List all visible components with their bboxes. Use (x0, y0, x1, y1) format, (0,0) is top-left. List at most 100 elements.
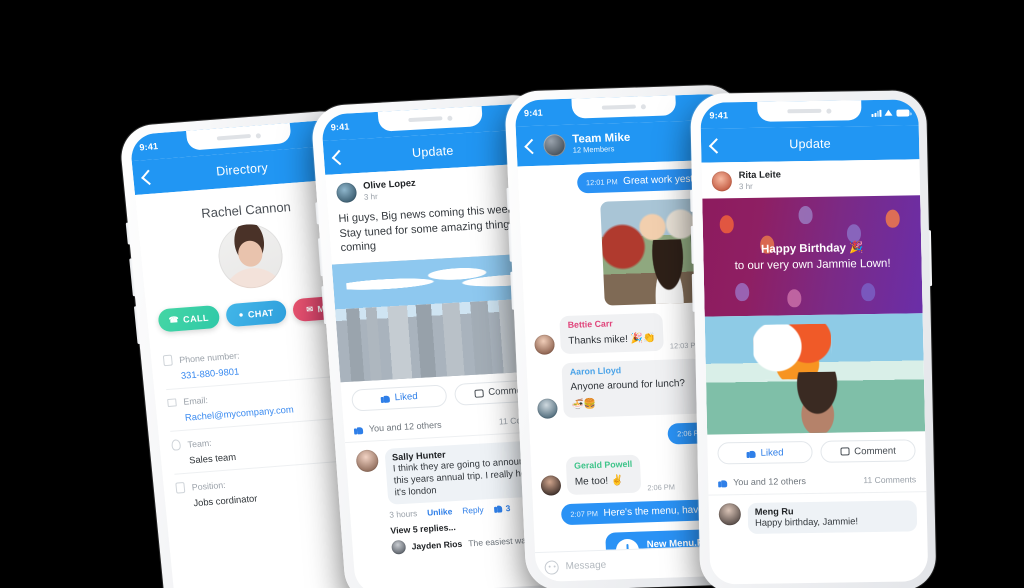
sender-avatar[interactable] (534, 333, 555, 355)
phone-volume-down-button (691, 273, 696, 312)
back-button[interactable] (331, 149, 348, 165)
earpiece-speaker (601, 104, 636, 110)
chat-subtitle: 12 Members (572, 144, 615, 156)
phone-icon: ☎ (168, 314, 180, 325)
battery-icon (896, 109, 910, 117)
chat-button[interactable]: ● CHAT (224, 299, 288, 328)
sender-avatar[interactable] (537, 398, 558, 420)
incoming-bubble: Bettie Carr Thanks mike! 🎉👏 (559, 312, 665, 354)
call-button-label: CALL (182, 312, 210, 325)
comment-item: Meng Ru Happy birthday, Jammie! (708, 492, 927, 535)
banner-line-2: to our very own Jammie Lown! (734, 257, 891, 273)
sender-name: Gerald Powell (573, 458, 633, 471)
info-label: Phone number: (178, 349, 240, 365)
screen-update-rita: 9:41 Update Rita Leite 3 hr Happy Birthd… (700, 99, 929, 585)
info-label: Email: (182, 394, 209, 407)
message-text: Anyone around for lunch? 🍜🍔 (570, 378, 686, 411)
author-avatar[interactable] (335, 182, 358, 204)
sender-name: Gerald Powell (579, 581, 638, 582)
notch (377, 106, 484, 132)
notch (571, 95, 677, 119)
author-avatar[interactable] (711, 171, 733, 192)
status-time: 9:41 (330, 121, 350, 133)
sender-name: Aaron Lloyd (569, 364, 622, 377)
banner-line-1: Happy Birthday 🎉 (760, 242, 864, 256)
phone-mute-switch (690, 189, 694, 212)
phone-volume-down-button (133, 306, 141, 345)
group-avatar[interactable] (543, 133, 567, 157)
envelope-icon (167, 398, 177, 408)
phone-power-button (927, 230, 933, 287)
likes-summary[interactable]: You and 12 others (354, 420, 442, 435)
balloons-beach-photo[interactable] (704, 313, 926, 435)
message-time: 2:07 PM (570, 508, 599, 519)
back-button[interactable] (141, 169, 157, 185)
back-button[interactable] (524, 138, 540, 154)
replier-avatar[interactable] (391, 539, 407, 555)
message-time: 2:06 PM (647, 482, 676, 492)
phone-volume-down-button (510, 271, 515, 310)
sender-avatar[interactable] (540, 474, 562, 496)
like-button[interactable]: Liked (717, 440, 813, 465)
like-button[interactable]: Liked (351, 384, 448, 412)
commenter-avatar[interactable] (355, 449, 380, 473)
status-icons (871, 108, 910, 118)
front-camera (640, 103, 646, 109)
front-camera (255, 132, 262, 139)
comment-button[interactable]: Comment (820, 439, 916, 463)
notch (757, 100, 862, 122)
like-button-label: Liked (760, 446, 784, 459)
status-bar: 9:41 (700, 99, 919, 129)
post-author[interactable]: Rita Leite (739, 168, 781, 180)
phone-volume-up-button (129, 258, 136, 297)
likes-summary[interactable]: You and 12 others (718, 476, 806, 487)
comment-bubble: Meng Ru Happy birthday, Jammie! (747, 500, 918, 535)
message-text: Me too! ✌️ (574, 474, 624, 488)
people-icon (171, 439, 182, 451)
front-camera (447, 115, 453, 121)
incoming-bubble: Gerald Powell Me too! ✌️ (565, 454, 642, 495)
page-title: Update (789, 136, 831, 152)
mockup-stage: 9:41 Directory Rachel Cannon ☎ CALL ● CH… (0, 0, 1024, 588)
post-header: Rita Leite 3 hr (701, 159, 921, 199)
like-button-label: Liked (394, 391, 419, 404)
mail-icon: ✉ (305, 304, 314, 314)
post-time: 3 hr (363, 191, 379, 202)
chat-icon: ● (238, 309, 245, 319)
post-time: 3 hr (738, 181, 753, 191)
building-icon (175, 481, 186, 494)
contact-avatar (215, 221, 286, 291)
commenter-avatar[interactable] (718, 503, 742, 526)
phone-mute-switch (125, 222, 131, 245)
message-time: 12:01 PM (585, 177, 618, 188)
comment-timestamp: 3 hours (388, 507, 418, 520)
chat-button-label: CHAT (247, 307, 275, 320)
comment-button-label: Comment (854, 445, 896, 457)
birthday-balloons-banner[interactable]: Happy Birthday 🎉 to our very own Jammie … (702, 195, 923, 317)
phone-outline-icon (162, 354, 173, 367)
wifi-icon (884, 109, 893, 117)
info-label: Position: (191, 479, 226, 492)
comment-like-number: 3 (505, 502, 511, 513)
post-action-bar: Liked Comment (707, 431, 926, 473)
front-camera (826, 108, 832, 114)
comments-count[interactable]: 11 Comments (863, 474, 916, 485)
phone-mute-switch (506, 187, 511, 210)
phone-volume-up-button (690, 225, 695, 264)
back-button[interactable] (708, 137, 725, 154)
status-time: 9:41 (709, 110, 729, 121)
call-button[interactable]: ☎ CALL (157, 304, 221, 333)
navigation-bar: Update (700, 125, 920, 163)
phone-volume-up-button (508, 223, 513, 262)
unlike-action[interactable]: Unlike (427, 506, 453, 517)
chat-header[interactable]: Team Mike 12 Members (543, 132, 631, 157)
emoji-icon[interactable] (544, 559, 559, 575)
thumbs-up-icon (746, 448, 755, 457)
comment-text: Happy birthday, Jammie! (754, 515, 859, 528)
phone-mute-switch (315, 202, 320, 225)
comment-bubble-icon (840, 447, 850, 456)
thumbs-up-icon (380, 394, 390, 403)
reply-action[interactable]: Reply (462, 504, 484, 515)
replier-name[interactable]: Jayden Rios (411, 538, 462, 551)
thumbs-up-icon (354, 424, 365, 435)
